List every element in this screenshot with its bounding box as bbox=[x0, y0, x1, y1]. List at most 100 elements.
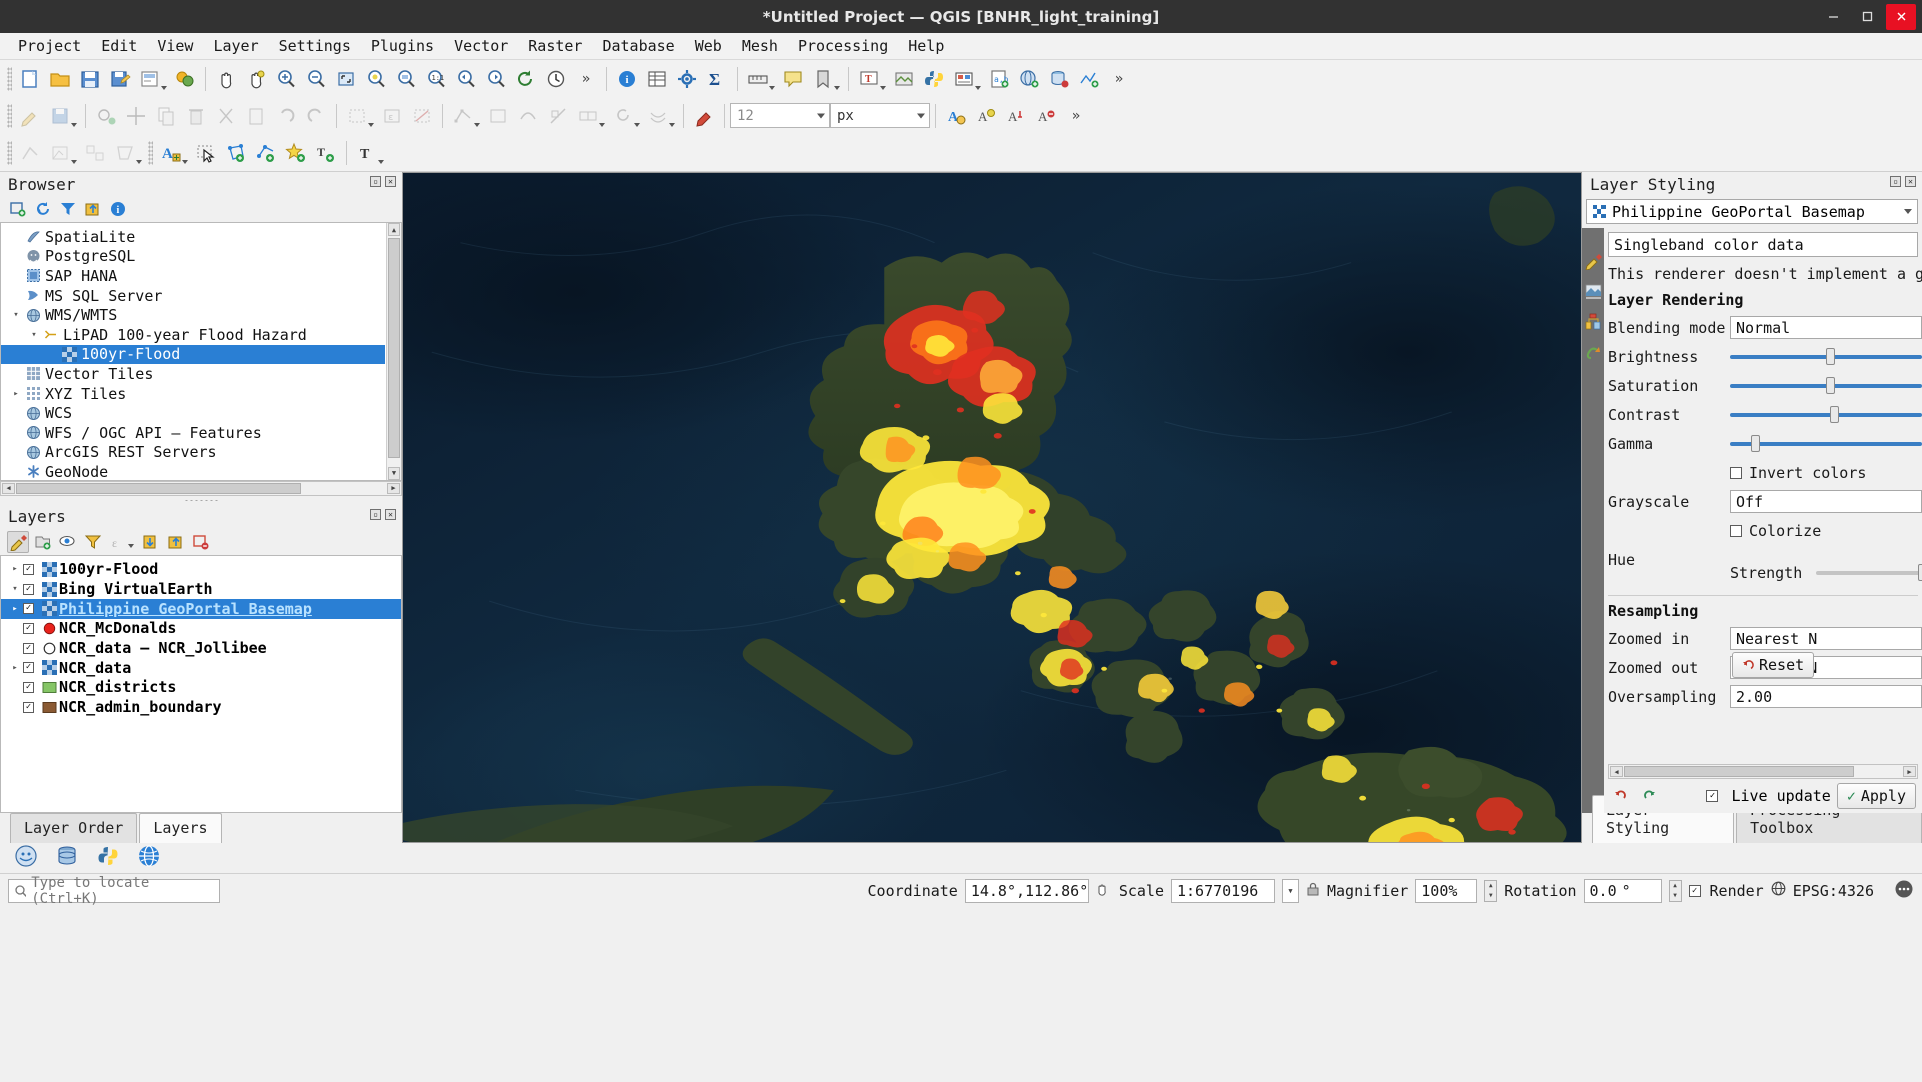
open-attribute-table-icon[interactable] bbox=[642, 64, 672, 94]
show-hide-labels-icon[interactable]: A bbox=[1031, 101, 1061, 131]
expander-icon[interactable]: ▾ bbox=[27, 330, 41, 340]
merge-features-icon[interactable] bbox=[573, 101, 603, 131]
python-icon[interactable] bbox=[96, 844, 120, 872]
font-size-input[interactable]: 12 bbox=[730, 103, 830, 128]
layer-visibility-checkbox[interactable]: ✓ bbox=[23, 563, 34, 575]
gamma-slider[interactable] bbox=[1730, 434, 1922, 454]
new-project-icon[interactable] bbox=[15, 64, 45, 94]
new-bookmark-icon[interactable] bbox=[808, 64, 838, 94]
expression-filter-icon[interactable]: ε bbox=[107, 531, 129, 553]
scroll-thumb[interactable] bbox=[16, 482, 301, 494]
menu-settings[interactable]: Settings bbox=[269, 35, 361, 57]
expander-icon[interactable]: ▸ bbox=[7, 604, 23, 614]
history-tab-icon[interactable] bbox=[1585, 343, 1602, 364]
scroll-down-arrow[interactable]: ▼ bbox=[388, 466, 400, 480]
menu-project[interactable]: Project bbox=[8, 35, 91, 57]
layers-close-button[interactable]: ✕ bbox=[385, 508, 396, 520]
expander-icon[interactable]: ▸ bbox=[7, 564, 23, 574]
layer-styling-float-button[interactable]: ▫ bbox=[1890, 176, 1901, 187]
chevron-down-icon[interactable] bbox=[128, 543, 134, 548]
menu-layer[interactable]: Layer bbox=[203, 35, 268, 57]
remove-layer-icon[interactable] bbox=[190, 531, 212, 553]
add-feature-icon[interactable] bbox=[91, 101, 121, 131]
expander-icon[interactable]: ▸ bbox=[7, 663, 23, 673]
manage-layer-visibility-icon[interactable] bbox=[57, 531, 79, 553]
modify-attributes-icon[interactable] bbox=[483, 101, 513, 131]
font-unit-select[interactable]: px bbox=[830, 103, 930, 128]
add-delimited-text-icon[interactable]: a,b bbox=[984, 64, 1014, 94]
browser-item-wms-wmts[interactable]: ▾ WMS/WMTS bbox=[1, 305, 385, 325]
affine-transform-icon[interactable] bbox=[110, 138, 140, 168]
styling-horizontal-scrollbar[interactable]: ◀ ▶ bbox=[1608, 764, 1918, 779]
move-feature-icon[interactable] bbox=[121, 101, 151, 131]
cursor-select-icon[interactable] bbox=[191, 138, 221, 168]
messages-icon[interactable] bbox=[1894, 879, 1914, 903]
properties-info-icon[interactable]: i bbox=[107, 198, 129, 220]
layer-visibility-checkbox[interactable]: ✓ bbox=[23, 583, 34, 595]
scroll-right-arrow[interactable]: ▶ bbox=[1903, 766, 1916, 777]
layer-selector-combo[interactable]: Philippine GeoPortal Basemap bbox=[1586, 199, 1918, 224]
browser-horizontal-scrollbar[interactable]: ◀ ▶ bbox=[0, 480, 402, 496]
layer-styling-close-button[interactable]: ✕ bbox=[1905, 176, 1916, 187]
menu-plugins[interactable]: Plugins bbox=[361, 35, 444, 57]
browser-item-vector-tiles[interactable]: Vector Tiles bbox=[1, 364, 385, 384]
histogram-tab-icon[interactable] bbox=[1585, 313, 1602, 334]
browser-item-wcs[interactable]: WCS bbox=[1, 403, 385, 423]
layers-float-button[interactable]: ▫ bbox=[370, 508, 381, 520]
save-layer-edits-icon[interactable] bbox=[45, 101, 75, 131]
toolbar-grip[interactable] bbox=[7, 103, 12, 128]
toolbar-overflow-icon[interactable]: » bbox=[1104, 64, 1134, 94]
layer-visibility-checkbox[interactable]: ✓ bbox=[23, 662, 34, 674]
grayscale-select[interactable]: Off bbox=[1730, 490, 1922, 513]
options-icon[interactable] bbox=[672, 64, 702, 94]
magnifier-stepper[interactable]: ▲ ▼ bbox=[1484, 879, 1498, 902]
redo-style-icon[interactable] bbox=[1638, 785, 1660, 807]
add-mesh-layer-icon[interactable] bbox=[1074, 64, 1104, 94]
toolbar-grip[interactable] bbox=[148, 140, 153, 165]
symbology-tab-icon[interactable] bbox=[1584, 253, 1602, 274]
zoomed-in-select[interactable]: Nearest N bbox=[1730, 627, 1922, 650]
tab-layer-order[interactable]: Layer Order bbox=[10, 813, 138, 843]
reset-button[interactable]: Reset bbox=[1732, 652, 1815, 678]
renderer-select[interactable]: Singleband color data bbox=[1608, 232, 1918, 257]
georeferencer-icon[interactable] bbox=[889, 64, 919, 94]
tab-layers[interactable]: Layers bbox=[139, 813, 222, 843]
contrast-slider[interactable] bbox=[1730, 405, 1922, 425]
python-console-icon[interactable] bbox=[919, 64, 949, 94]
select-by-form-icon[interactable] bbox=[80, 138, 110, 168]
menu-help[interactable]: Help bbox=[898, 35, 954, 57]
delete-selected-icon[interactable] bbox=[181, 101, 211, 131]
scroll-left-arrow[interactable]: ◀ bbox=[1610, 766, 1623, 777]
layers-tree[interactable]: ▸ ✓ 100yr-Flood ▾ ✓ Bing VirtualEarth ▸ ✓ Philip… bbox=[0, 554, 402, 813]
layer-item-philippine-geoportal-basemap[interactable]: ▸ ✓ Philippine GeoPortal Basemap bbox=[1, 598, 401, 619]
browser-item-lipad-100-year-flood-hazard[interactable]: ▾ LiPAD 100-year Flood Hazard bbox=[1, 325, 385, 345]
layer-item-ncr-districts[interactable]: ✓ NCR_districts bbox=[1, 678, 401, 698]
menu-processing[interactable]: Processing bbox=[788, 35, 898, 57]
coordinate-input[interactable]: 14.8°,112.86° bbox=[964, 878, 1089, 903]
digitize-with-segment-icon[interactable] bbox=[15, 138, 45, 168]
paste-features-icon[interactable] bbox=[241, 101, 271, 131]
add-group-icon[interactable] bbox=[32, 531, 54, 553]
zoom-to-selection-icon[interactable] bbox=[361, 64, 391, 94]
pan-to-selection-icon[interactable] bbox=[241, 64, 271, 94]
toolbar-grip[interactable] bbox=[7, 140, 12, 165]
menu-vector[interactable]: Vector bbox=[444, 35, 518, 57]
layer-item-ncr-admin-boundary[interactable]: ✓ NCR_admin_boundary bbox=[1, 697, 401, 717]
zoom-full-icon[interactable] bbox=[331, 64, 361, 94]
browser-item-geonode[interactable]: GeoNode bbox=[1, 462, 385, 480]
transparency-tab-icon[interactable] bbox=[1585, 283, 1602, 304]
temporal-controller-icon[interactable] bbox=[541, 64, 571, 94]
crs-globe-icon[interactable] bbox=[1771, 881, 1786, 900]
vertex-tool-icon[interactable] bbox=[448, 101, 478, 131]
python-console-icon[interactable] bbox=[14, 844, 38, 872]
save-project-as-icon[interactable] bbox=[105, 64, 135, 94]
pin-labels-icon[interactable]: A bbox=[1001, 101, 1031, 131]
lock-scale-icon[interactable] bbox=[1306, 881, 1320, 901]
magnifier-input[interactable]: 100% bbox=[1415, 878, 1478, 903]
expander-icon[interactable]: ▾ bbox=[7, 584, 23, 594]
add-line-annotation-icon[interactable] bbox=[251, 138, 281, 168]
cut-features-icon[interactable] bbox=[211, 101, 241, 131]
toggle-extents-icon[interactable] bbox=[1096, 881, 1112, 901]
browser-item-arcgis-rest-servers[interactable]: ArcGIS REST Servers bbox=[1, 443, 385, 463]
rotation-stepper[interactable]: ▲ ▼ bbox=[1668, 879, 1682, 902]
